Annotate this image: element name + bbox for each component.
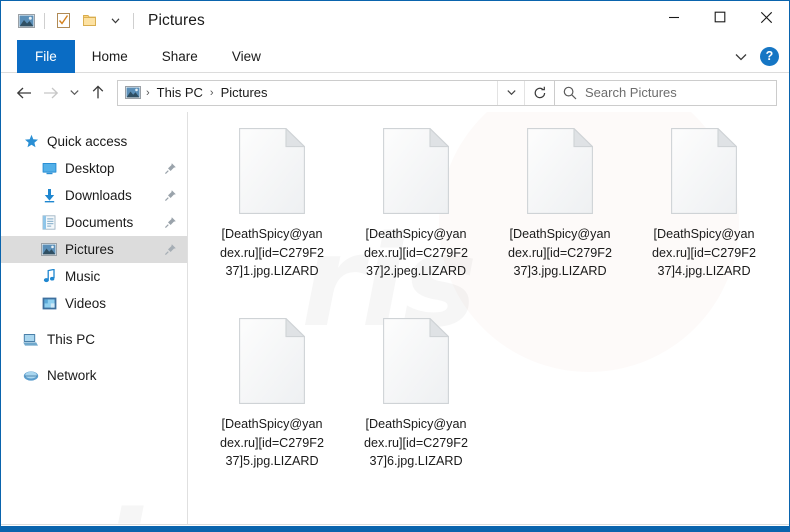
help-icon[interactable]: ? bbox=[760, 47, 779, 66]
pictures-icon bbox=[39, 243, 59, 256]
breadcrumb-bar[interactable]: › This PC › Pictures bbox=[117, 79, 555, 106]
title-divider bbox=[133, 12, 134, 29]
sidebar-label: Quick access bbox=[47, 134, 128, 149]
search-icon bbox=[563, 86, 577, 100]
sidebar-label: Pictures bbox=[65, 242, 114, 257]
documents-icon bbox=[39, 215, 59, 230]
sidebar-item-pictures[interactable]: Pictures bbox=[1, 236, 187, 263]
search-placeholder: Search Pictures bbox=[585, 85, 677, 100]
breadcrumb-separator: › bbox=[146, 86, 150, 99]
breadcrumb-item-this-pc[interactable]: This PC bbox=[153, 84, 207, 101]
pictures-icon[interactable] bbox=[13, 9, 39, 33]
file-item[interactable]: [DeathSpicy@yandex.ru][id=C279F237]3.jpg… bbox=[488, 120, 632, 310]
sidebar-label: Videos bbox=[65, 296, 107, 311]
minimize-button[interactable] bbox=[651, 1, 697, 33]
tab-view[interactable]: View bbox=[215, 40, 278, 73]
network-icon bbox=[21, 369, 41, 383]
tab-file[interactable]: File bbox=[17, 40, 75, 73]
file-list-pane[interactable]: [DeathSpicy@yandex.ru][id=C279F237]1.jpg… bbox=[188, 112, 789, 524]
explorer-window: Pictures File Home Share View ? › This P… bbox=[0, 0, 790, 532]
sidebar-item-music[interactable]: Music bbox=[1, 263, 187, 290]
sidebar-label: Documents bbox=[65, 215, 134, 230]
breadcrumb-location-icon bbox=[125, 86, 141, 99]
file-name: [DeathSpicy@yandex.ru][id=C279F237]4.jpg… bbox=[652, 227, 756, 278]
blank-document-icon bbox=[239, 127, 306, 214]
sidebar-item-quick-access[interactable]: Quick access bbox=[1, 128, 187, 155]
window-controls bbox=[651, 1, 789, 33]
sidebar-label: Downloads bbox=[65, 188, 132, 203]
music-icon bbox=[39, 269, 59, 284]
ribbon-actions: ? bbox=[730, 40, 779, 73]
star-icon bbox=[21, 134, 41, 149]
blank-document-icon bbox=[527, 127, 594, 214]
ribbon-tab-bar: File Home Share View ? bbox=[1, 40, 789, 73]
blank-document-icon bbox=[239, 317, 306, 404]
videos-icon bbox=[39, 297, 59, 310]
properties-icon[interactable] bbox=[50, 9, 76, 33]
forward-button[interactable] bbox=[37, 80, 63, 106]
file-name: [DeathSpicy@yandex.ru][id=C279F237]1.jpg… bbox=[220, 227, 324, 278]
file-name: [DeathSpicy@yandex.ru][id=C279F237]2.jpe… bbox=[364, 227, 468, 278]
sidebar-item-network[interactable]: Network bbox=[1, 362, 187, 389]
sidebar-item-documents[interactable]: Documents bbox=[1, 209, 187, 236]
close-button[interactable] bbox=[743, 1, 789, 33]
pin-icon[interactable] bbox=[164, 162, 177, 175]
sidebar-label: This PC bbox=[47, 332, 96, 347]
status-bar: 6 items bbox=[1, 524, 789, 526]
window-title: Pictures bbox=[148, 11, 205, 29]
back-button[interactable] bbox=[11, 80, 37, 106]
file-name: [DeathSpicy@yandex.ru][id=C279F237]3.jpg… bbox=[508, 227, 612, 278]
sidebar-item-desktop[interactable]: Desktop bbox=[1, 155, 187, 182]
sidebar-item-downloads[interactable]: Downloads bbox=[1, 182, 187, 209]
downloads-icon bbox=[39, 188, 59, 203]
up-button[interactable] bbox=[85, 80, 111, 106]
qat-divider bbox=[44, 12, 45, 29]
breadcrumb-separator-2: › bbox=[209, 86, 214, 99]
pin-icon[interactable] bbox=[164, 243, 177, 256]
file-item[interactable]: [DeathSpicy@yandex.ru][id=C279F237]2.jpe… bbox=[344, 120, 488, 310]
new-folder-icon[interactable] bbox=[76, 9, 102, 33]
recent-locations-chevron-icon[interactable] bbox=[63, 80, 85, 106]
file-name: [DeathSpicy@yandex.ru][id=C279F237]5.jpg… bbox=[220, 417, 324, 468]
address-bar: › This PC › Pictures Search Pictures bbox=[1, 73, 789, 112]
blank-document-icon bbox=[671, 127, 738, 214]
tab-share[interactable]: Share bbox=[145, 40, 215, 73]
sidebar-label: Network bbox=[47, 368, 97, 383]
file-name: [DeathSpicy@yandex.ru][id=C279F237]6.jpg… bbox=[364, 417, 468, 468]
pin-icon[interactable] bbox=[164, 189, 177, 202]
sidebar-label: Desktop bbox=[65, 161, 115, 176]
sidebar-item-this-pc[interactable]: This PC bbox=[1, 326, 187, 353]
title-bar: Pictures bbox=[1, 1, 789, 40]
sidebar-label: Music bbox=[65, 269, 101, 284]
sidebar-item-videos[interactable]: Videos bbox=[1, 290, 187, 317]
tab-home[interactable]: Home bbox=[75, 40, 145, 73]
file-item[interactable]: [DeathSpicy@yandex.ru][id=C279F237]4.jpg… bbox=[632, 120, 776, 310]
breadcrumb-item-pictures[interactable]: Pictures bbox=[217, 84, 272, 101]
breadcrumb: › This PC › Pictures bbox=[118, 84, 497, 101]
navigation-pane: Quick access Desktop Downloads Documents… bbox=[1, 112, 187, 524]
address-dropdown-chevron-icon[interactable] bbox=[497, 80, 524, 105]
sidebar-gap-2 bbox=[1, 353, 187, 362]
refresh-icon[interactable] bbox=[524, 80, 554, 105]
blank-document-icon bbox=[383, 317, 450, 404]
blank-document-icon bbox=[383, 127, 450, 214]
customize-chevron-icon[interactable] bbox=[102, 9, 128, 33]
file-item[interactable]: [DeathSpicy@yandex.ru][id=C279F237]5.jpg… bbox=[200, 310, 344, 500]
thispc-icon bbox=[21, 333, 41, 347]
file-item[interactable]: [DeathSpicy@yandex.ru][id=C279F237]1.jpg… bbox=[200, 120, 344, 310]
file-grid: [DeathSpicy@yandex.ru][id=C279F237]1.jpg… bbox=[200, 120, 789, 500]
pin-icon[interactable] bbox=[164, 216, 177, 229]
expand-ribbon-chevron-icon[interactable] bbox=[730, 48, 752, 66]
content-area: ris ris Quick access bbox=[1, 112, 789, 524]
quick-access-toolbar bbox=[13, 9, 139, 33]
file-item[interactable]: [DeathSpicy@yandex.ru][id=C279F237]6.jpg… bbox=[344, 310, 488, 500]
maximize-button[interactable] bbox=[697, 1, 743, 33]
search-input[interactable]: Search Pictures bbox=[555, 79, 777, 106]
desktop-icon bbox=[39, 162, 59, 175]
